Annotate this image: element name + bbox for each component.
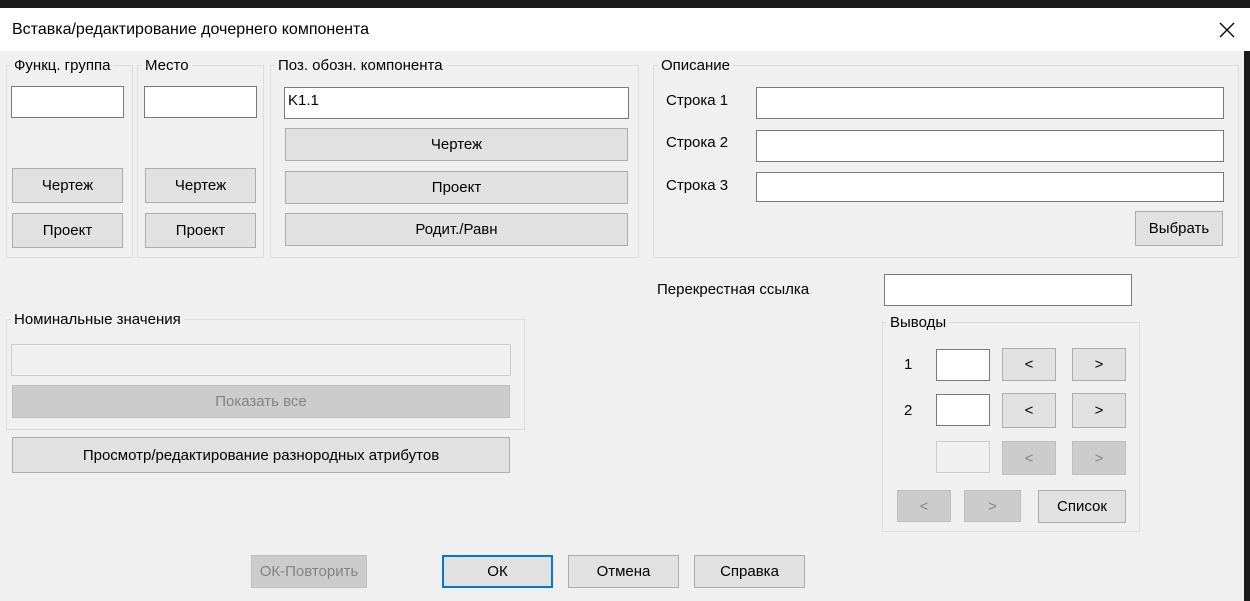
func-group-legend: Функц. группа bbox=[11, 57, 114, 74]
place-box: Место Чертеж Проект bbox=[137, 57, 264, 258]
pins-page-next-button[interactable]: > bbox=[964, 490, 1021, 522]
window-title: Вставка/редактирование дочернего компоне… bbox=[12, 21, 370, 38]
description-line2-input[interactable] bbox=[756, 130, 1224, 162]
pin1-next-button[interactable]: > bbox=[1072, 348, 1126, 381]
func-group-drawing-button[interactable]: Чертеж bbox=[12, 168, 123, 203]
ok-button[interactable]: ОК bbox=[442, 555, 553, 588]
description-box: Описание Строка 1 Строка 2 Строка 3 Выбр… bbox=[653, 57, 1239, 258]
description-line3-label: Строка 3 bbox=[666, 177, 729, 194]
func-group-box: Функц. группа Чертеж Проект bbox=[6, 57, 133, 258]
parent-sibling-button[interactable]: Родит./Равн bbox=[285, 213, 628, 246]
pin1-input[interactable] bbox=[936, 349, 990, 381]
pin1-label: 1 bbox=[904, 356, 913, 373]
close-button[interactable] bbox=[1204, 8, 1250, 51]
func-group-input[interactable] bbox=[11, 86, 124, 118]
pins-page-prev-button[interactable]: < bbox=[897, 490, 951, 522]
edit-attributes-button[interactable]: Просмотр/редактирование разнородных атри… bbox=[12, 437, 510, 473]
nominal-values-input[interactable] bbox=[11, 344, 511, 376]
pin3-next-button[interactable]: > bbox=[1072, 441, 1126, 475]
close-icon bbox=[1219, 22, 1235, 37]
pin3-input[interactable] bbox=[936, 441, 990, 473]
place-project-button[interactable]: Проект bbox=[145, 213, 256, 248]
func-group-project-button[interactable]: Проект bbox=[12, 213, 123, 248]
pin1-prev-button[interactable]: < bbox=[1002, 348, 1056, 381]
help-button[interactable]: Справка bbox=[694, 555, 805, 588]
cancel-button[interactable]: Отмена bbox=[568, 555, 679, 588]
component-tag-input[interactable]: K1.1 bbox=[284, 87, 629, 119]
background-strip bbox=[0, 0, 1250, 8]
place-legend: Место bbox=[142, 57, 192, 74]
component-tag-legend: Поз. обозн. компонента bbox=[275, 57, 446, 74]
description-line2-label: Строка 2 bbox=[666, 134, 729, 151]
place-drawing-button[interactable]: Чертеж bbox=[145, 168, 256, 203]
select-button[interactable]: Выбрать bbox=[1135, 211, 1223, 246]
place-input[interactable] bbox=[144, 86, 257, 118]
pin2-label: 2 bbox=[904, 402, 913, 419]
description-line3-input[interactable] bbox=[756, 172, 1224, 202]
component-project-button[interactable]: Проект bbox=[285, 171, 628, 204]
dialog-body: Функц. группа Чертеж Проект Место Чертеж… bbox=[0, 51, 1250, 601]
pin2-next-button[interactable]: > bbox=[1072, 393, 1126, 428]
pin2-prev-button[interactable]: < bbox=[1002, 393, 1056, 428]
nominal-values-box: Номинальные значения Показать все bbox=[6, 311, 525, 430]
pins-legend: Выводы bbox=[887, 314, 950, 331]
cross-reference-label: Перекрестная ссылка bbox=[657, 281, 810, 298]
component-drawing-button[interactable]: Чертеж bbox=[285, 128, 628, 161]
description-legend: Описание bbox=[658, 57, 734, 74]
show-all-button[interactable]: Показать все bbox=[12, 385, 510, 418]
ok-repeat-button[interactable]: ОК-Повторить bbox=[251, 555, 367, 588]
pin3-prev-button[interactable]: < bbox=[1002, 441, 1056, 475]
pin2-input[interactable] bbox=[936, 394, 990, 426]
title-bar: Вставка/редактирование дочернего компоне… bbox=[0, 8, 1250, 51]
description-line1-label: Строка 1 bbox=[666, 92, 729, 109]
cross-reference-input[interactable] bbox=[884, 274, 1132, 306]
description-line1-input[interactable] bbox=[756, 87, 1224, 119]
pins-list-button[interactable]: Список bbox=[1038, 490, 1126, 523]
pins-box: Выводы 1 < > 2 < > < > < > Список bbox=[882, 314, 1140, 532]
nominal-values-legend: Номинальные значения bbox=[11, 311, 184, 328]
component-tag-box: Поз. обозн. компонента K1.1 Чертеж Проек… bbox=[270, 57, 639, 258]
